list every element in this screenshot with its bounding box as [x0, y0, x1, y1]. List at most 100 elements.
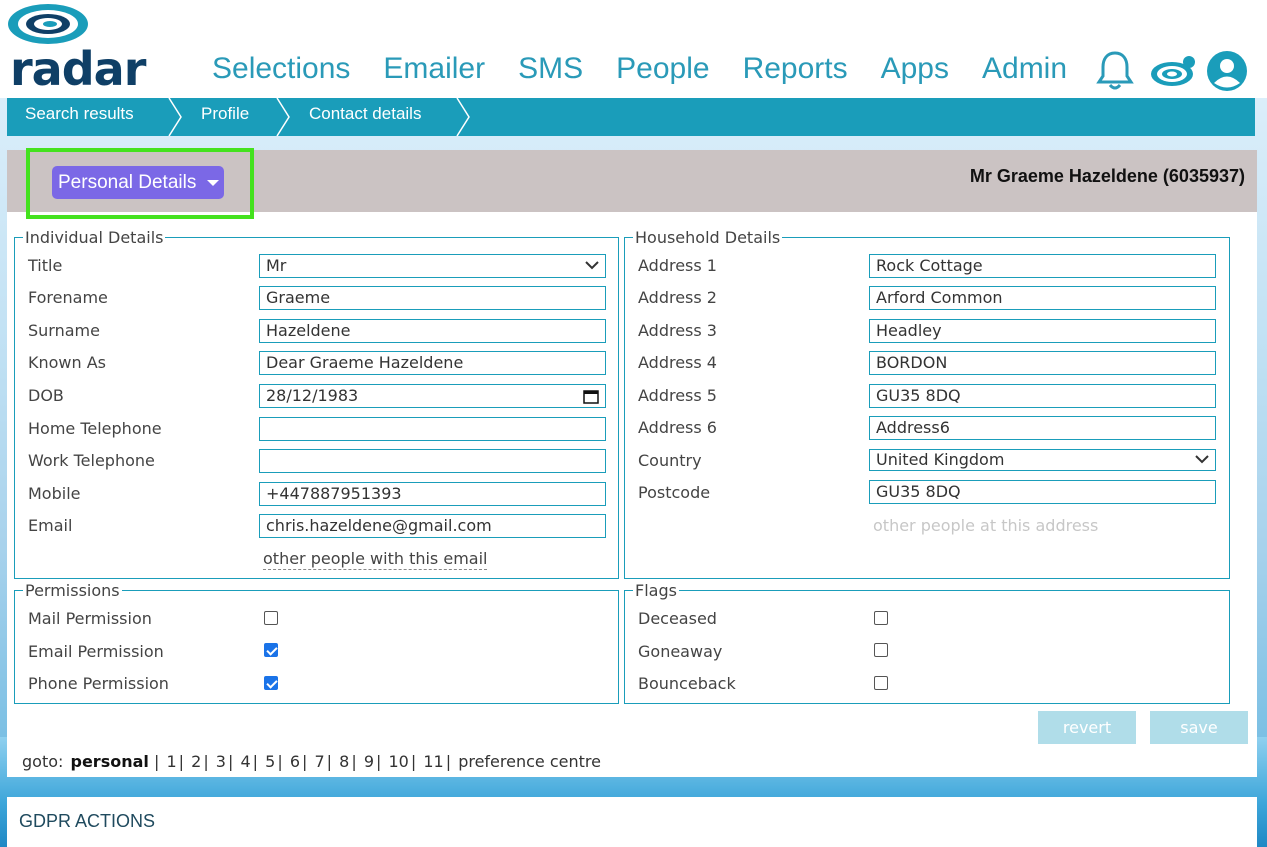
bell-icon[interactable]: [1096, 50, 1134, 92]
email-permission-label: Email Permission: [28, 642, 164, 661]
radar-app-icon[interactable]: [1150, 54, 1198, 88]
goto-page-3[interactable]: 3: [216, 752, 226, 771]
address-4-input[interactable]: BORDON: [869, 351, 1216, 375]
goto-page-10[interactable]: 10: [389, 752, 409, 771]
goto-page-6[interactable]: 6: [290, 752, 300, 771]
email-input[interactable]: chris.hazeldene@gmail.com: [259, 514, 606, 538]
address-3-input[interactable]: Headley: [869, 319, 1216, 343]
individual-details-legend: Individual Details: [25, 228, 164, 247]
email-label: Email: [28, 516, 73, 535]
panel-header: Personal Details Mr Graeme Hazeldene (60…: [7, 148, 1257, 219]
logo-text: radar: [10, 42, 146, 96]
goneaway-label: Goneaway: [638, 642, 723, 661]
nav-sms[interactable]: SMS: [518, 52, 583, 86]
address-6-label: Address 6: [638, 418, 717, 437]
radar-logo[interactable]: radar: [6, 2, 146, 96]
person-name: Mr Graeme Hazeldene (6035937): [969, 166, 1245, 186]
breadcrumb-profile[interactable]: Profile: [201, 98, 249, 134]
nav-apps[interactable]: Apps: [881, 52, 949, 86]
household-details-legend: Household Details: [635, 228, 781, 247]
title-label: Title: [28, 256, 63, 275]
home-telephone-label: Home Telephone: [28, 419, 162, 438]
address-2-input[interactable]: Arford Common: [869, 286, 1216, 310]
address-6-input[interactable]: Address6: [869, 416, 1216, 440]
flags-legend: Flags: [635, 581, 677, 600]
chevron-down-icon: [1195, 455, 1209, 464]
radar-logo-icon: [8, 4, 88, 44]
address-2-label: Address 2: [638, 288, 717, 307]
work-telephone-label: Work Telephone: [28, 451, 155, 470]
deceased-checkbox[interactable]: [874, 611, 888, 625]
mobile-label: Mobile: [28, 484, 81, 503]
dob-label: DOB: [28, 386, 64, 405]
country-value: United Kingdom: [876, 450, 1005, 469]
goto-page-2[interactable]: 2: [191, 752, 201, 771]
bounceback-checkbox[interactable]: [874, 676, 888, 690]
user-avatar-icon[interactable]: [1206, 50, 1248, 92]
address-5-input[interactable]: GU35 8DQ: [869, 384, 1216, 408]
home-telephone-input[interactable]: [259, 417, 606, 441]
phone-permission-label: Phone Permission: [28, 674, 169, 693]
goto-nav: goto: personal | 1 | 2 | 3 | 4 | 5 | 6 | 7 | 8 |…: [22, 752, 601, 771]
known-as-label: Known As: [28, 353, 107, 372]
highlight-box: [26, 148, 254, 219]
deceased-label: Deceased: [638, 609, 717, 628]
main-nav: Selections Emailer SMS People Reports Ap…: [212, 52, 1100, 86]
title-select[interactable]: Mr: [259, 254, 606, 278]
goto-personal[interactable]: personal: [71, 752, 149, 771]
title-value: Mr: [266, 256, 287, 275]
work-telephone-input[interactable]: [259, 449, 606, 473]
postcode-label: Postcode: [638, 483, 711, 502]
address-3-label: Address 3: [638, 321, 717, 340]
address-4-label: Address 4: [638, 353, 717, 372]
gdpr-actions-panel: GDPR ACTIONS: [7, 797, 1257, 847]
goto-page-11[interactable]: 11: [423, 752, 443, 771]
goto-page-4[interactable]: 4: [240, 752, 250, 771]
goto-page-5[interactable]: 5: [265, 752, 275, 771]
country-label: Country: [638, 451, 702, 470]
email-permission-checkbox[interactable]: [264, 643, 278, 657]
postcode-input[interactable]: GU35 8DQ: [869, 480, 1216, 504]
forename-input[interactable]: Graeme: [259, 286, 606, 310]
surname-label: Surname: [28, 321, 100, 340]
chevron-down-icon: [585, 261, 599, 270]
calendar-icon[interactable]: [583, 388, 599, 404]
nav-selections[interactable]: Selections: [212, 52, 350, 86]
goto-page-9[interactable]: 9: [364, 752, 374, 771]
breadcrumb-search-results[interactable]: Search results: [25, 98, 134, 134]
breadcrumb-contact-details[interactable]: Contact details: [309, 98, 421, 134]
goto-page-8[interactable]: 8: [339, 752, 349, 771]
save-button[interactable]: save: [1150, 711, 1248, 744]
goto-page-7[interactable]: 7: [314, 752, 324, 771]
goto-preference-centre[interactable]: preference centre: [458, 752, 601, 771]
nav-people[interactable]: People: [616, 52, 709, 86]
address-1-label: Address 1: [638, 256, 717, 275]
goneaway-checkbox[interactable]: [874, 643, 888, 657]
chevron-right-icon: [276, 98, 290, 136]
forename-label: Forename: [28, 288, 108, 307]
contact-panel: Personal Details Mr Graeme Hazeldene (60…: [7, 148, 1257, 777]
address-5-label: Address 5: [638, 386, 717, 405]
nav-reports[interactable]: Reports: [743, 52, 848, 86]
known-as-input[interactable]: Dear Graeme Hazeldene: [259, 351, 606, 375]
goto-label: goto:: [22, 752, 64, 771]
goto-page-1[interactable]: 1: [166, 752, 176, 771]
other-people-email-link[interactable]: other people with this email: [263, 549, 488, 570]
mail-permission-checkbox[interactable]: [264, 611, 278, 625]
country-select[interactable]: United Kingdom: [869, 449, 1216, 471]
breadcrumb: Search results Profile Contact details: [7, 98, 1255, 136]
phone-permission-checkbox[interactable]: [264, 676, 278, 690]
address-1-input[interactable]: Rock Cottage: [869, 254, 1216, 278]
top-header: radar Selections Emailer SMS People Repo…: [0, 0, 1267, 98]
surname-input[interactable]: Hazeldene: [259, 319, 606, 343]
gdpr-actions-title[interactable]: GDPR ACTIONS: [19, 811, 155, 832]
revert-button[interactable]: revert: [1038, 711, 1136, 744]
other-people-address-link[interactable]: other people at this address: [873, 516, 1098, 535]
mobile-input[interactable]: +447887951393: [259, 482, 606, 506]
permissions-legend: Permissions: [25, 581, 120, 600]
dob-value: 28/12/1983: [266, 386, 359, 405]
chevron-right-icon: [456, 98, 470, 136]
nav-emailer[interactable]: Emailer: [383, 52, 485, 86]
nav-admin[interactable]: Admin: [982, 52, 1067, 86]
dob-input[interactable]: 28/12/1983: [259, 384, 606, 408]
